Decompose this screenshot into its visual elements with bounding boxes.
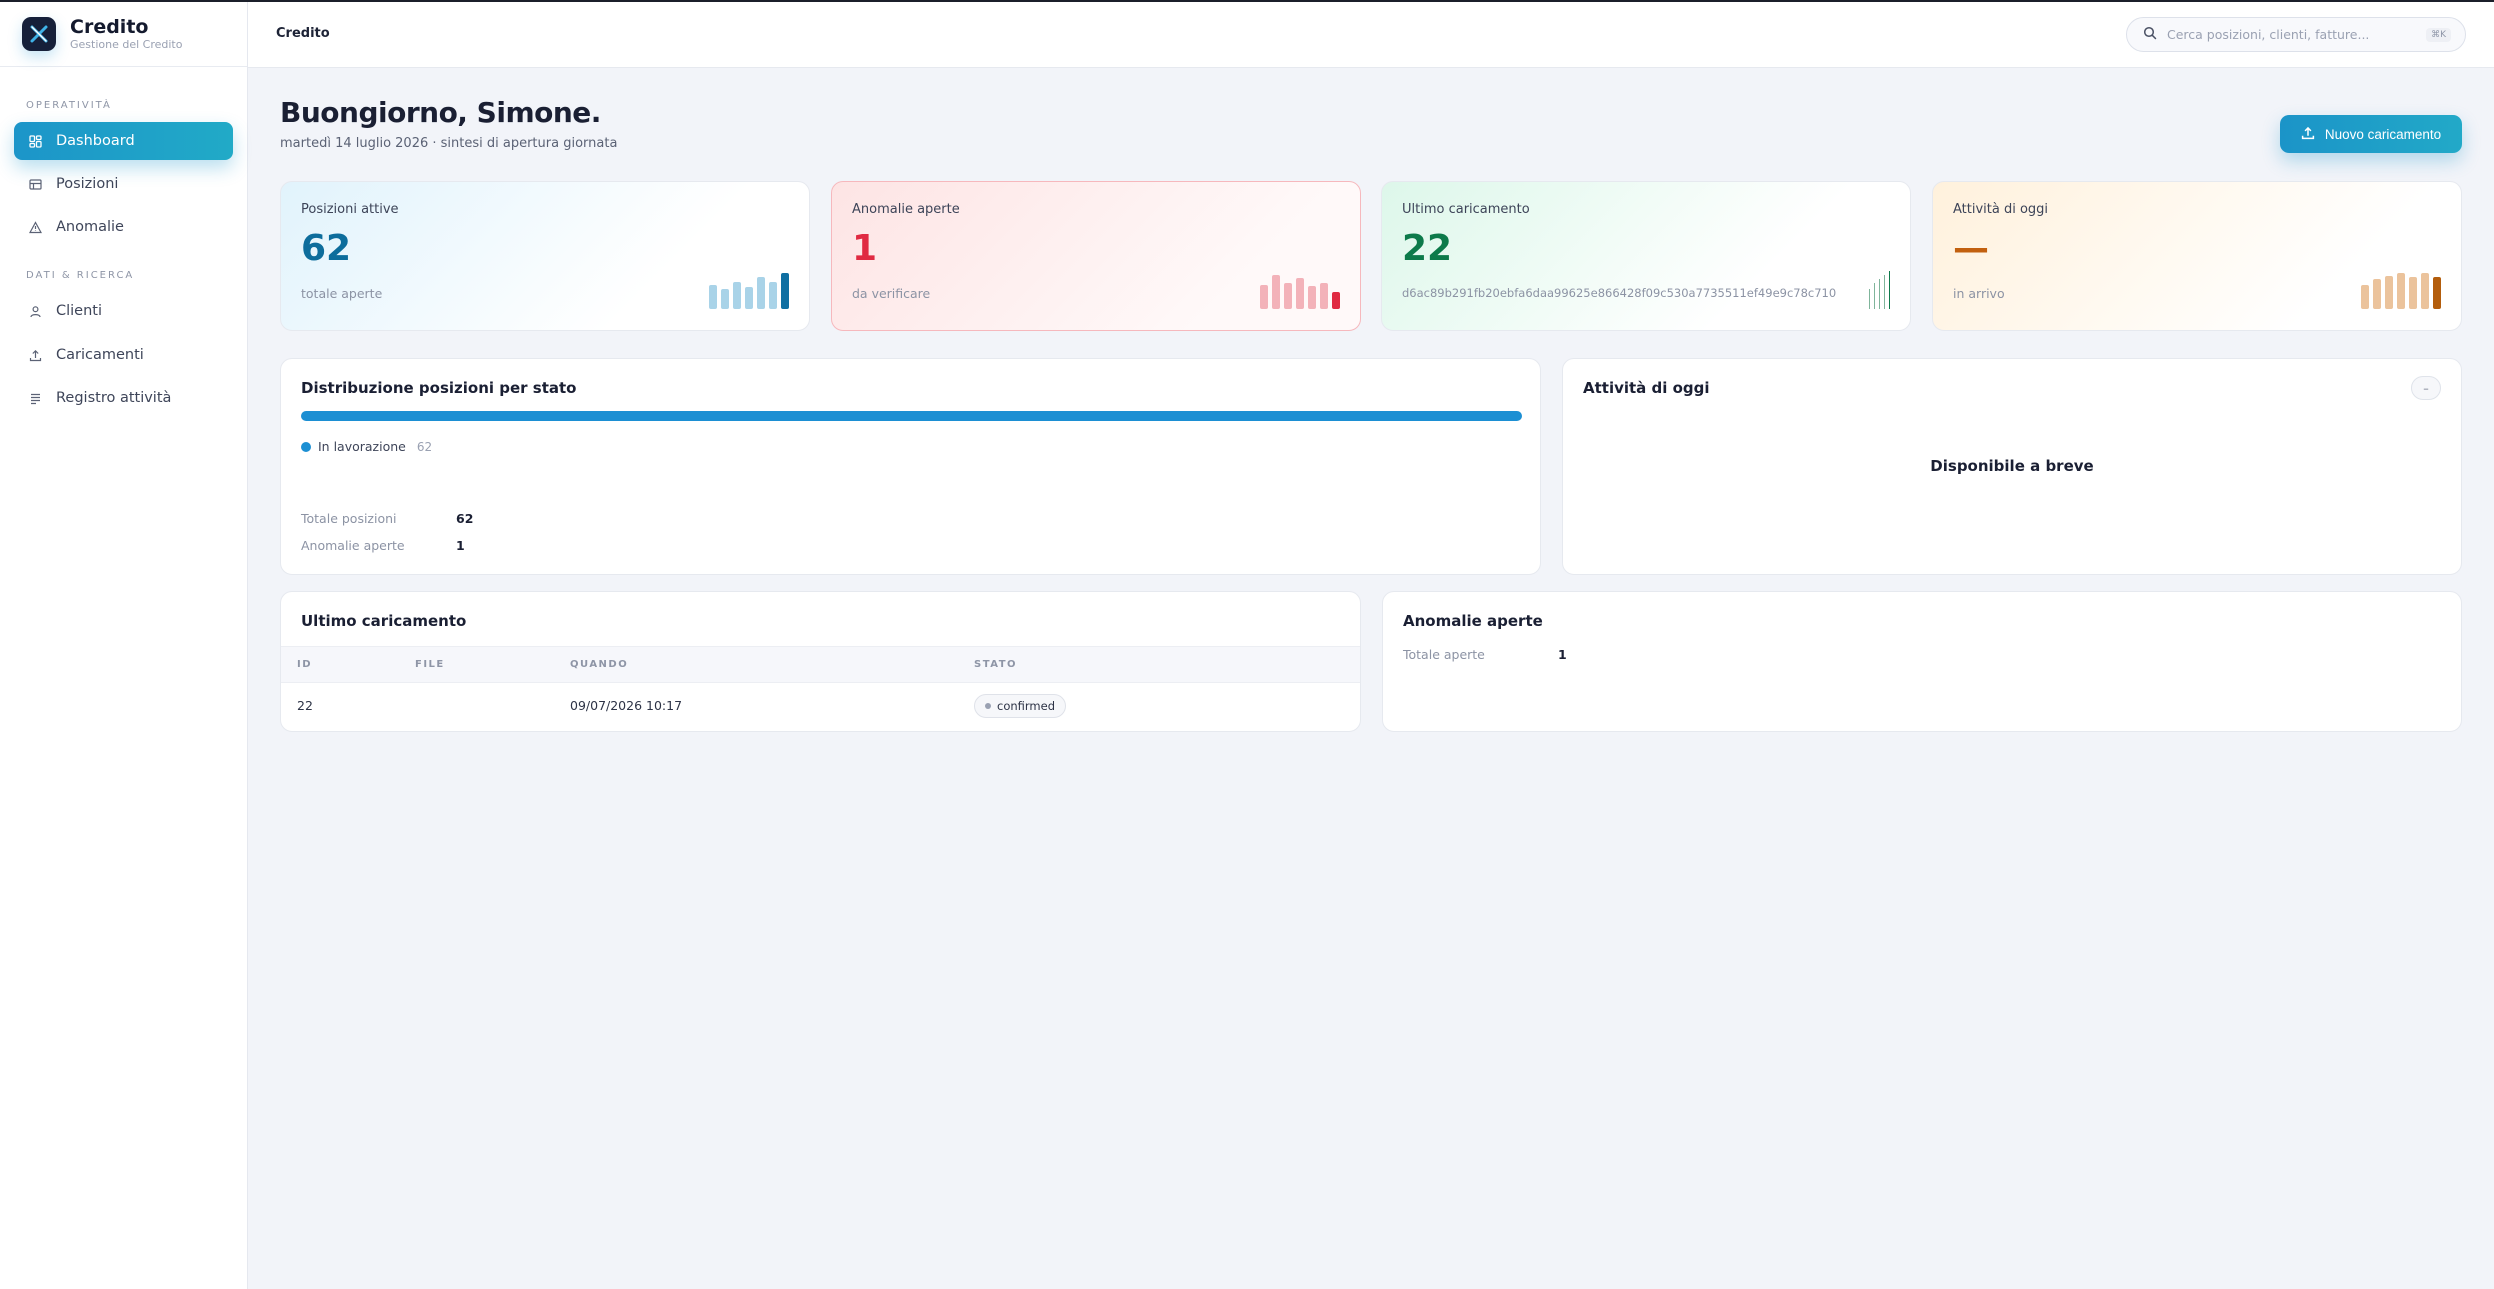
cell-status: confirmed: [974, 683, 1360, 729]
uploads-title: Ultimo caricamento: [301, 612, 467, 630]
dashboard-icon: [28, 134, 42, 148]
stat-subtitle: da verificare: [852, 286, 931, 301]
distribution-card: Distribuzione posizioni per stato In lav…: [280, 358, 1541, 575]
uploads-table: ID FILE QUANDO STATO 22 09/07/2026 10:17…: [281, 646, 1360, 729]
column-header-id[interactable]: ID: [281, 646, 415, 683]
column-header-status[interactable]: STATO: [974, 646, 1360, 683]
sidebar-item-label: Dashboard: [56, 133, 135, 149]
sparkline: [2361, 273, 2441, 309]
sidebar-item-caricamenti[interactable]: Caricamenti: [14, 336, 233, 374]
warning-triangle-icon: [28, 220, 42, 234]
column-header-when[interactable]: QUANDO: [570, 646, 974, 683]
kv-label: Totale posizioni: [301, 511, 397, 526]
sidebar-item-label: Posizioni: [56, 176, 119, 192]
sidebar-item-label: Anomalie: [56, 219, 124, 235]
stat-card-anomalie-aperte[interactable]: Anomalie aperte 1 da verificare: [831, 181, 1361, 331]
status-dot: [985, 702, 991, 709]
search-shortcut-badge: ⌘K: [2426, 27, 2451, 42]
list-icon: [28, 391, 42, 405]
new-upload-button[interactable]: Nuovo caricamento: [2280, 115, 2462, 153]
sidebar-item-registro-attivita[interactable]: Registro attività: [14, 379, 233, 417]
stat-card-posizioni-attive[interactable]: Posizioni attive 62 totale aperte: [280, 181, 810, 331]
page-title: Buongiorno, Simone.: [280, 96, 601, 129]
sidebar-item-label: Caricamenti: [56, 347, 144, 363]
cell-id: 22: [297, 698, 313, 714]
stat-value: —: [1953, 228, 1989, 269]
sidebar-item-posizioni[interactable]: Posizioni: [14, 165, 233, 203]
brand[interactable]: Credito Gestione del Credito: [0, 2, 247, 67]
coming-soon-message: Disponibile a breve: [1930, 457, 2094, 475]
sidebar-item-label: Registro attività: [56, 390, 172, 406]
table-row[interactable]: 22 09/07/2026 10:17 confirmed: [281, 683, 1360, 729]
legend-dot: [301, 441, 311, 452]
sidebar-item-clienti[interactable]: Clienti: [14, 292, 233, 330]
stat-label: Attività di oggi: [1953, 202, 2049, 217]
upload-icon: [2301, 126, 2315, 143]
kv-label: Anomalie aperte: [301, 538, 405, 553]
status-badge: confirmed: [974, 693, 1066, 718]
cell-file: [415, 683, 570, 729]
distribution-bar[interactable]: [301, 411, 1522, 421]
sidebar: Credito Gestione del Credito OPERATIVITÀ…: [0, 2, 248, 1289]
activity-card: Attività di oggi – Disponibile a breve: [1562, 358, 2462, 575]
upload-hash: d6ac89b291fb20ebfa6daa99625e866428f09c53…: [1402, 286, 1837, 300]
sparkline: [1869, 271, 1890, 309]
stat-value: 22: [1402, 228, 1453, 269]
sidebar-item-label: Clienti: [56, 303, 103, 319]
new-upload-label: Nuovo caricamento: [2324, 126, 2442, 142]
sidebar-item-dashboard[interactable]: Dashboard: [14, 122, 233, 160]
kv-value: 1: [456, 538, 465, 553]
stat-label: Posizioni attive: [301, 202, 399, 217]
search-input[interactable]: Cerca posizioni, clienti, fatture... ⌘K: [2126, 17, 2466, 52]
brand-subtitle: Gestione del Credito: [70, 38, 183, 51]
cell-when: 09/07/2026 10:17: [570, 698, 683, 714]
kv-value: 1: [1558, 647, 1567, 662]
table-header-row: ID FILE QUANDO STATO: [281, 646, 1360, 683]
breadcrumb[interactable]: Credito: [276, 26, 330, 41]
search-placeholder: Cerca posizioni, clienti, fatture...: [2167, 27, 2370, 42]
search-icon: [2143, 25, 2157, 44]
user-icon: [28, 304, 42, 318]
legend-item: In lavorazione 62: [301, 439, 432, 454]
uploads-card: Ultimo caricamento ID FILE QUANDO STATO …: [280, 591, 1361, 732]
stat-value: 62: [301, 228, 352, 269]
sparkline: [709, 273, 789, 309]
stat-label: Anomalie aperte: [852, 202, 960, 217]
stat-subtitle: in arrivo: [1953, 286, 2005, 301]
stat-card-attivita-oggi[interactable]: Attività di oggi — in arrivo: [1932, 181, 2462, 331]
kv-label: Totale aperte: [1403, 647, 1485, 662]
collapse-button[interactable]: –: [2411, 376, 2441, 400]
sidebar-item-anomalie[interactable]: Anomalie: [14, 208, 233, 246]
total-positions-row: Totale posizioni 62: [301, 511, 473, 526]
status-label: confirmed: [997, 698, 1055, 713]
open-anomalies-total-row: Totale aperte 1: [1403, 647, 1567, 662]
stat-card-ultimo-caricamento[interactable]: Ultimo caricamento 22 d6ac89b291fb20ebfa…: [1381, 181, 1911, 331]
app-logo-icon: [22, 17, 56, 51]
brand-title: Credito: [70, 16, 149, 38]
page-date-subtitle: martedì 14 luglio 2026 · sintesi di aper…: [280, 136, 618, 151]
legend-count: 62: [416, 439, 433, 454]
legend-label: In lavorazione: [318, 439, 406, 454]
anomalies-card: Anomalie aperte Totale aperte 1: [1382, 591, 2462, 732]
activity-title: Attività di oggi: [1583, 379, 1710, 397]
top-bar: Credito Cerca posizioni, clienti, fattur…: [248, 2, 2494, 68]
upload-icon: [28, 348, 42, 362]
nav-section-operativita: OPERATIVITÀ: [26, 100, 112, 111]
kv-value: 62: [456, 511, 474, 526]
column-header-file[interactable]: FILE: [415, 646, 570, 683]
stat-value: 1: [852, 228, 878, 269]
stat-subtitle: totale aperte: [301, 286, 383, 301]
distribution-title: Distribuzione posizioni per stato: [301, 379, 577, 397]
anomalies-title: Anomalie aperte: [1403, 612, 1543, 630]
sparkline: [1260, 275, 1340, 309]
stat-label: Ultimo caricamento: [1402, 202, 1530, 217]
nav-section-dati-ricerca: DATI & RICERCA: [26, 270, 135, 281]
open-anomalies-row: Anomalie aperte 1: [301, 538, 465, 553]
table-icon: [28, 177, 42, 191]
